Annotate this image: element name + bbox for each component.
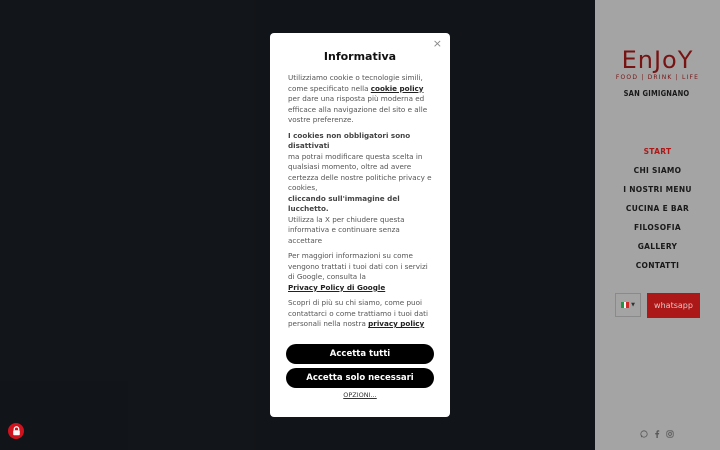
cookie-consent-dialog: × Informativa Utilizziamo cookie o tecno… <box>270 33 450 417</box>
privacy-policy-link[interactable]: privacy policy <box>368 319 424 328</box>
intro-paragraph: Utilizziamo cookie o tecnologie simili, … <box>288 73 436 126</box>
dialog-title: Informativa <box>323 50 397 63</box>
about-paragraph: Scopri di più su chi siamo, come puoi co… <box>288 298 436 330</box>
dialog-body: Utilizziamo cookie o tecnologie simili, … <box>288 73 436 335</box>
google-text: Per maggiori informazioni su come vengon… <box>288 251 428 281</box>
google-privacy-link[interactable]: Privacy Policy di Google <box>288 283 385 292</box>
options-link[interactable]: OPZIONI... <box>270 391 450 399</box>
accept-all-button[interactable]: Accetta tutti <box>286 344 434 364</box>
google-paragraph: Per maggiori informazioni su come vengon… <box>288 251 436 293</box>
intro-text-rest: per dare una risposta più moderna ed eff… <box>288 94 428 124</box>
close-icon[interactable]: × <box>433 37 442 50</box>
accept-necessary-button[interactable]: Accetta solo necessari <box>286 368 434 388</box>
disabled-cookies-text: ma potrai modificare questa scelta in qu… <box>288 151 432 193</box>
cookie-policy-link[interactable]: cookie policy <box>371 84 424 93</box>
disabled-cookies-paragraph: I cookies non obbligatori sono disattiva… <box>288 131 436 247</box>
disabled-cookies-heading: I cookies non obbligatori sono disattiva… <box>288 130 411 151</box>
lock-instruction: cliccando sull'immagine del lucchetto. <box>288 193 400 214</box>
close-instruction: Utilizza la X per chiudere questa inform… <box>288 214 405 245</box>
